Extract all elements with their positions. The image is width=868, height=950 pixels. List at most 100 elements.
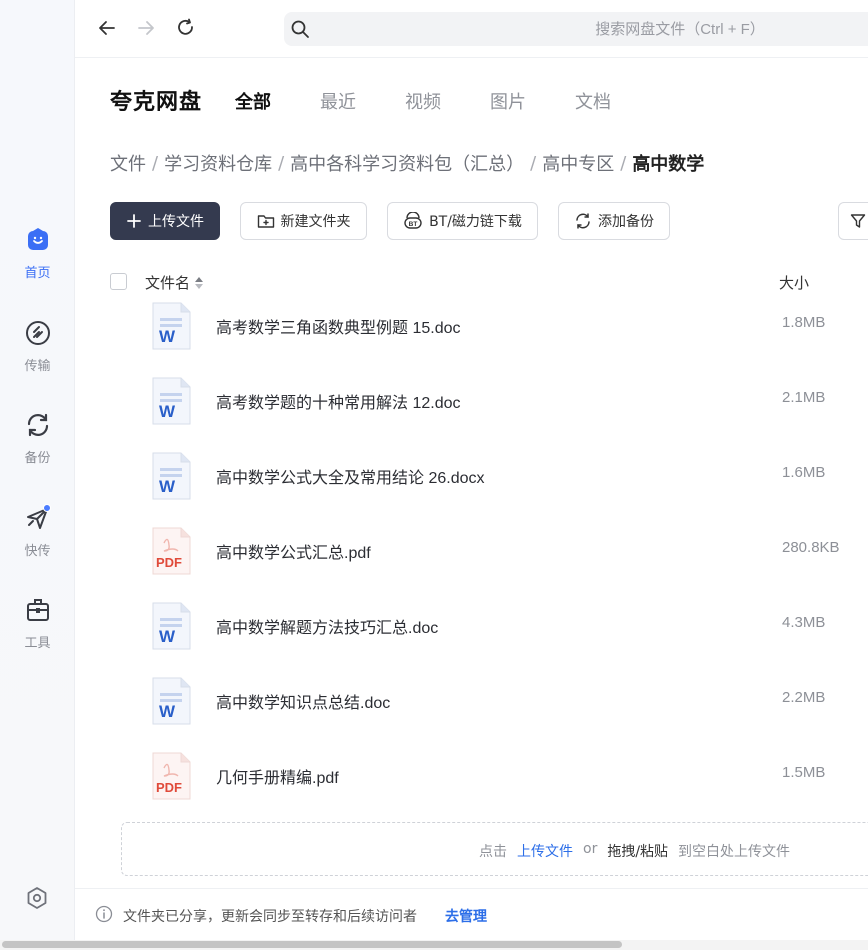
file-name[interactable]: 高考数学三角函数典型例题 15.doc — [216, 314, 461, 338]
svg-text:PDF: PDF — [156, 780, 182, 795]
dropzone-hint: 点击 上传文件 or 拖拽/粘贴 到空白处上传文件 — [479, 841, 790, 861]
breadcrumb-separator: / — [278, 152, 285, 174]
svg-text:W: W — [159, 327, 176, 346]
dropzone-drag-text: 拖拽/粘贴 — [607, 844, 669, 860]
upload-button[interactable]: 上传文件 — [110, 202, 220, 240]
breadcrumb: 文件 / 学习资料仓库 / 高中各科学习资料包（汇总） / 高中专区 / 高中数… — [110, 150, 704, 176]
breadcrumb-item[interactable]: 学习资料仓库 — [164, 150, 272, 176]
dropzone-blank-text: 到空白处上传文件 — [678, 844, 791, 860]
add-backup-button[interactable]: 添加备份 — [558, 202, 670, 240]
svg-text:W: W — [159, 627, 176, 646]
svg-text:BT: BT — [409, 221, 418, 228]
tab-recent[interactable]: 最近 — [320, 88, 356, 114]
forward-button[interactable] — [134, 16, 158, 40]
arrow-right-icon — [138, 21, 154, 35]
new-folder-button[interactable]: 新建文件夹 — [240, 202, 367, 240]
bt-download-button[interactable]: BT BT/磁力链下载 — [387, 202, 538, 240]
new-folder-label: 新建文件夹 — [280, 214, 351, 230]
file-row[interactable]: W 高中数学公式大全及常用结论 26.docx 1.6MB — [100, 449, 868, 524]
select-all-checkbox[interactable] — [110, 273, 127, 290]
tab-images[interactable]: 图片 — [490, 88, 526, 114]
quick-send-icon — [24, 504, 52, 532]
filter-button[interactable] — [838, 202, 868, 240]
tab-all[interactable]: 全部 — [235, 88, 271, 114]
share-notice-text: 文件夹已分享，更新会同步至转存和后续访问者 — [123, 909, 417, 925]
word-file-icon: W — [150, 302, 192, 350]
svg-text:PDF: PDF — [156, 555, 182, 570]
dropzone-upload-link[interactable]: 上传文件 — [517, 841, 573, 861]
sidebar-item-label: 快传 — [24, 544, 51, 559]
search-icon — [291, 20, 309, 38]
sort-icon — [195, 276, 204, 289]
sidebar-item-home[interactable]: 首页 — [0, 226, 75, 281]
file-size: 2.2MB — [782, 689, 826, 706]
scrollbar-thumb[interactable] — [2, 941, 622, 948]
file-size: 280.8KB — [782, 539, 840, 556]
dropzone-click-text: 点击 — [479, 844, 507, 860]
breadcrumb-current: 高中数学 — [632, 154, 705, 175]
info-icon — [95, 905, 113, 923]
search-box[interactable] — [284, 12, 868, 46]
pdf-file-icon: PDF — [150, 752, 192, 800]
word-file-icon: W — [150, 602, 192, 650]
sidebar-item-label: 工具 — [24, 636, 51, 651]
file-name[interactable]: 高中数学知识点总结.doc — [216, 689, 390, 713]
tab-video[interactable]: 视频 — [405, 88, 441, 114]
refresh-button[interactable] — [174, 16, 198, 40]
sidebar-item-backup[interactable]: 备份 — [0, 411, 75, 466]
svg-text:W: W — [159, 477, 176, 496]
breadcrumb-separator: / — [620, 152, 627, 174]
manage-link[interactable]: 去管理 — [445, 906, 487, 926]
column-header-name[interactable]: 文件名 — [145, 272, 204, 293]
tab-documents[interactable]: 文档 — [575, 88, 611, 114]
settings-icon[interactable] — [24, 885, 50, 911]
file-name[interactable]: 高考数学题的十种常用解法 12.doc — [216, 389, 461, 413]
arrow-left-icon — [99, 21, 115, 35]
file-name[interactable]: 几何手册精编.pdf — [216, 764, 339, 788]
bt-magnet-icon: BT — [404, 212, 422, 229]
file-name[interactable]: 高中数学解题方法技巧汇总.doc — [216, 614, 438, 638]
sidebar-item-label: 备份 — [24, 451, 51, 466]
breadcrumb-separator: / — [530, 152, 537, 174]
file-row[interactable]: W 高中数学解题方法技巧汇总.doc 4.3MB — [100, 599, 868, 674]
svg-text:W: W — [159, 702, 176, 721]
file-size: 1.5MB — [782, 764, 826, 781]
topbar — [75, 0, 868, 58]
breadcrumb-item[interactable]: 高中专区 — [542, 150, 614, 176]
breadcrumb-item[interactable]: 文件 — [110, 150, 146, 176]
file-row[interactable]: W 高考数学题的十种常用解法 12.doc 2.1MB — [100, 374, 868, 449]
refresh-icon — [178, 18, 193, 35]
file-size: 2.1MB — [782, 389, 826, 406]
file-row[interactable]: PDF 高中数学公式汇总.pdf 280.8KB — [100, 524, 868, 599]
notification-dot — [42, 504, 51, 512]
svg-text:W: W — [159, 402, 176, 421]
file-row[interactable]: W 高考数学三角函数典型例题 15.doc 1.8MB — [100, 299, 868, 374]
folder-plus-icon — [257, 215, 274, 228]
file-row[interactable]: W 高中数学知识点总结.doc 2.2MB — [100, 674, 868, 749]
sidebar-item-transfer[interactable]: 传输 — [0, 319, 75, 374]
breadcrumb-item[interactable]: 高中各科学习资料包（汇总） — [290, 150, 524, 176]
sidebar-item-label: 首页 — [24, 266, 51, 281]
upload-button-label: 上传文件 — [148, 214, 204, 230]
horizontal-scrollbar[interactable] — [0, 940, 868, 950]
upload-dropzone[interactable]: 点击 上传文件 or 拖拽/粘贴 到空白处上传文件 — [121, 822, 868, 876]
file-row[interactable]: PDF 几何手册精编.pdf 1.5MB — [100, 749, 868, 824]
file-name[interactable]: 高中数学公式汇总.pdf — [216, 539, 371, 563]
back-button[interactable] — [95, 16, 119, 40]
bt-download-label: BT/磁力链下载 — [429, 214, 522, 230]
sidebar-item-quick-send[interactable]: 快传 — [0, 504, 75, 559]
sidebar-item-tools[interactable]: 工具 — [0, 596, 75, 651]
file-name[interactable]: 高中数学公式大全及常用结论 26.docx — [216, 464, 485, 488]
column-header-size[interactable]: 大小 — [779, 272, 809, 293]
backup-icon — [24, 411, 52, 439]
file-size: 1.6MB — [782, 464, 826, 481]
file-size: 4.3MB — [782, 614, 826, 631]
sync-icon — [576, 213, 590, 229]
app-title: 夸克网盘 — [110, 90, 203, 115]
sidebar-item-label: 传输 — [24, 359, 51, 374]
toolbox-icon — [24, 596, 52, 624]
file-size: 1.8MB — [782, 314, 826, 331]
search-input[interactable] — [320, 12, 868, 46]
filter-icon — [850, 214, 866, 228]
breadcrumb-separator: / — [152, 152, 159, 174]
